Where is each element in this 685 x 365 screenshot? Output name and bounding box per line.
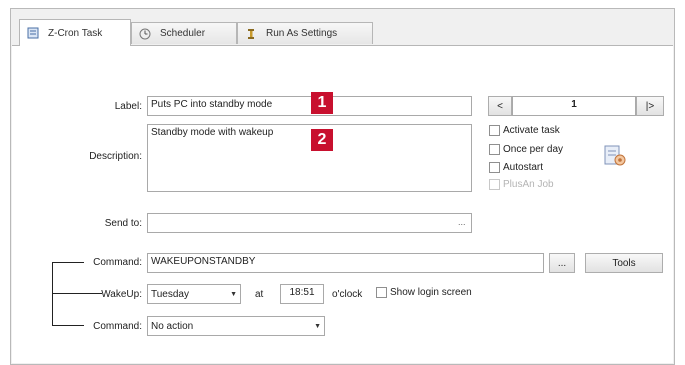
nav-counter: 1 [512, 96, 636, 116]
time-input[interactable]: 18:51 [280, 284, 324, 304]
checkbox-label: PlusAn Job [503, 179, 554, 190]
checkbox-label: Activate task [503, 125, 560, 136]
checkbox-box [489, 179, 500, 190]
label-caption: Label: [114, 101, 142, 112]
checkbox-label: Once per day [503, 144, 564, 155]
tab-z-cron-task[interactable]: Z-Cron Task [19, 19, 131, 46]
command1-caption: Command: [93, 257, 142, 268]
once-per-day-checkbox[interactable]: Once per day [489, 144, 563, 155]
chevron-down-icon: ▼ [230, 290, 237, 298]
nav-next-button[interactable]: |> [636, 96, 664, 116]
checkbox-box [489, 162, 500, 173]
plus-job-checkbox: PlusAn Job [489, 179, 554, 190]
checkbox-box [489, 144, 500, 155]
tab-label: Z-Cron Task [48, 27, 103, 39]
activate-task-checkbox[interactable]: Activate task [489, 125, 560, 136]
command-browse-button[interactable]: ... [549, 253, 575, 273]
tools-button[interactable]: Tools [585, 253, 663, 273]
scheduler-icon [138, 27, 152, 41]
command2-caption: Command: [93, 321, 142, 332]
annotation-badge-1: 1 [311, 92, 333, 114]
task-panel: Label: Puts PC into standby mode 1 Descr… [12, 45, 673, 363]
connector-vertical [52, 262, 53, 326]
tab-strip: Z-Cron Task Scheduler Run As Settings [11, 9, 674, 46]
description-caption: Description: [89, 151, 142, 162]
wakeup-caption: WakeUp: [101, 289, 142, 300]
tab-label: Run As Settings [266, 28, 338, 39]
select-value: Tuesday [151, 288, 189, 300]
dialog-frame: Z-Cron Task Scheduler Run As Settings La… [10, 8, 675, 365]
nav-prev-button[interactable]: < [488, 96, 512, 116]
task-icon [26, 26, 40, 40]
description-textarea[interactable]: Standby mode with wakeup [147, 124, 472, 192]
tab-scheduler[interactable]: Scheduler [131, 22, 237, 44]
oclock-label: o'clock [332, 289, 363, 300]
select-value: No action [151, 320, 194, 332]
tab-label: Scheduler [160, 28, 206, 39]
checkbox-label: Show login screen [390, 287, 472, 298]
label-input[interactable]: Puts PC into standby mode [147, 96, 472, 116]
chevron-down-icon: ▼ [314, 322, 321, 330]
annotation-badge-2: 2 [311, 129, 333, 151]
checkbox-box [376, 287, 387, 298]
sendto-caption: Send to: [104, 218, 142, 229]
checkbox-box [489, 125, 500, 136]
autostart-checkbox[interactable]: Autostart [489, 162, 543, 173]
sendto-input[interactable] [147, 213, 472, 233]
tab-run-as-settings[interactable]: Run As Settings [237, 22, 373, 44]
show-login-checkbox[interactable]: Show login screen [376, 287, 472, 298]
task-settings-icon[interactable] [602, 144, 628, 171]
checkbox-label: Autostart [503, 162, 544, 173]
sendto-browse-button[interactable]: ... [458, 217, 466, 227]
command-action-select[interactable]: No action ▼ [147, 316, 325, 336]
command-input[interactable]: WAKEUPONSTANDBY [147, 253, 544, 273]
at-label: at [255, 289, 264, 300]
wakeup-day-select[interactable]: Tuesday ▼ [147, 284, 241, 304]
user-icon [244, 27, 258, 41]
